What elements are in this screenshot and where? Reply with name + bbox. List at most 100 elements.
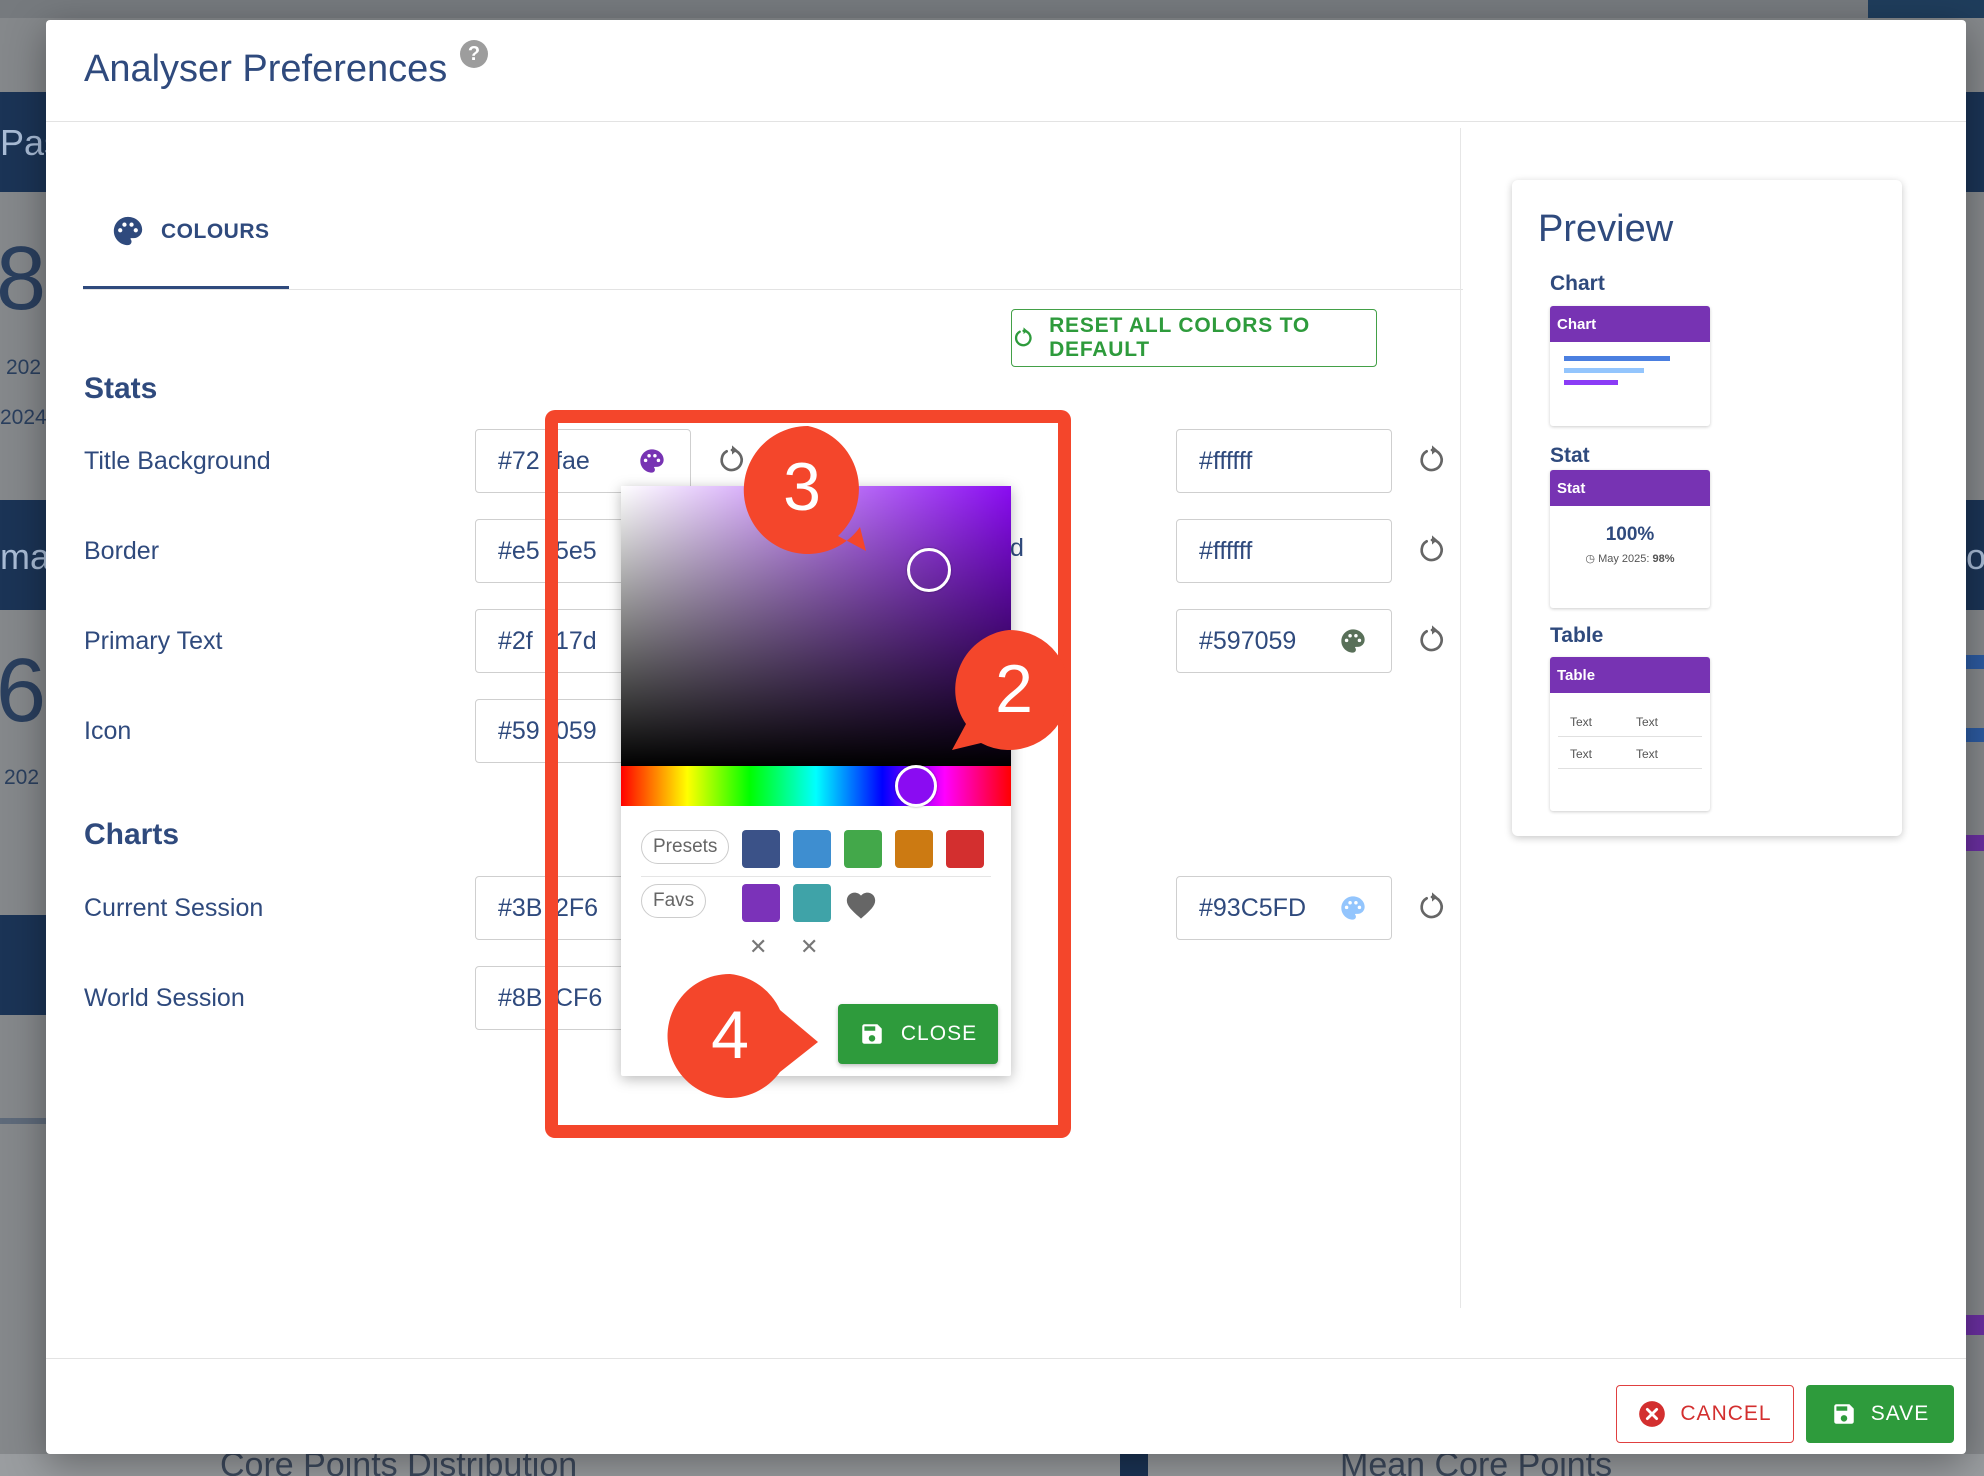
footer-divider <box>46 1358 1966 1359</box>
row-label-title-background: Title Background <box>84 447 271 475</box>
preview-table-header: Table <box>1550 657 1710 693</box>
color-value: #8B <box>498 984 543 1012</box>
favs-chip: Favs <box>641 884 707 918</box>
color-value: #2f <box>498 627 533 655</box>
preview-chart-bar <box>1564 356 1670 361</box>
palette-icon <box>111 214 145 253</box>
save-icon <box>1834 1404 1854 1424</box>
table-row: Text Text <box>1558 707 1702 737</box>
preview-table-label: Table <box>1550 624 1604 647</box>
bg-text: ma <box>0 536 51 577</box>
close-picker-button[interactable]: CLOSE <box>838 1004 998 1064</box>
reset-all-label: RESET ALL COLORS TO DEFAULT <box>1049 314 1311 361</box>
cancel-button[interactable]: CANCEL <box>1616 1385 1794 1443</box>
callout-2-number: 2 <box>995 651 1033 727</box>
color-value: #72 <box>498 447 540 475</box>
table-cell: Text <box>1636 715 1659 729</box>
bg-text: 8 <box>0 229 47 329</box>
bg-text: 2024 <box>0 406 47 429</box>
bg-text: 202 <box>6 356 42 379</box>
fav-swatch[interactable] <box>793 884 831 922</box>
remove-fav-icon[interactable]: ✕ <box>800 934 818 960</box>
palette-icon[interactable] <box>1339 894 1367 927</box>
preview-chart-label: Chart <box>1550 272 1605 295</box>
callout-3-number: 3 <box>783 449 821 525</box>
preview-title: Preview <box>1538 208 1674 250</box>
row-label-current-session: Current Session <box>84 894 264 922</box>
callout-3: 3 <box>738 420 878 560</box>
tab-colours[interactable]: COLOURS <box>83 190 289 290</box>
fav-swatch[interactable] <box>742 884 780 922</box>
save-icon <box>862 1024 882 1044</box>
callout-4-number: 4 <box>711 997 749 1073</box>
preview-stat-value: 100% <box>1605 524 1655 545</box>
cancel-label: CANCEL <box>1680 1402 1772 1425</box>
preview-stat-header: Stat <box>1550 470 1710 506</box>
section-charts: Charts <box>84 818 180 851</box>
presets-chip: Presets <box>641 830 730 864</box>
secondary-text-color-field[interactable]: #597059 <box>1176 609 1392 673</box>
preview-stat-caption-value: 98% <box>1652 553 1675 565</box>
preset-swatch[interactable] <box>946 830 984 868</box>
bg-text: o <box>1966 536 1984 577</box>
table-row: Text Text <box>1558 739 1702 769</box>
preview-chart-card: Chart <box>1550 306 1710 426</box>
row-label-primary-text: Primary Text <box>84 627 223 655</box>
refresh-icon <box>1015 327 1032 347</box>
palette-icon[interactable] <box>1339 627 1367 660</box>
tab-label: COLOURS <box>161 220 270 243</box>
reset-icon[interactable] <box>1416 891 1448 928</box>
table-cell: Text <box>1570 747 1593 761</box>
hue-slider[interactable] <box>621 765 1011 807</box>
heart-icon[interactable] <box>844 888 878 925</box>
table-cell: Text <box>1636 747 1659 761</box>
row-label-icon: Icon <box>84 717 132 745</box>
preset-swatch[interactable] <box>844 830 882 868</box>
dialog-header: Analyser Preferences ? <box>46 20 1966 122</box>
reset-icon[interactable] <box>1416 624 1448 661</box>
save-button[interactable]: SAVE <box>1806 1385 1954 1443</box>
preview-chart-bar <box>1564 368 1644 373</box>
preview-stat-card: Stat 100% ◷ May 2025: 98% <box>1550 470 1710 608</box>
reset-all-colors-button[interactable]: RESET ALL COLORS TO DEFAULT <box>1011 309 1377 367</box>
color-value: #93C5FD <box>1199 894 1306 922</box>
callout-2: 2 <box>944 626 1074 756</box>
hue-handle[interactable] <box>895 765 937 807</box>
tabs-divider <box>83 289 1463 290</box>
saturation-handle[interactable] <box>907 548 951 592</box>
preview-chart-header: Chart <box>1550 306 1710 342</box>
preview-table-card: Table Text Text Text Text <box>1550 657 1710 811</box>
preview-stat-caption: May 2025: <box>1598 553 1650 565</box>
reset-icon[interactable] <box>1416 444 1448 481</box>
bg-text: 6 <box>0 641 47 741</box>
color-value: #597059 <box>1199 627 1297 655</box>
border-secondary-color-field[interactable]: #ffffff <box>1176 519 1392 583</box>
color-value: #ffffff <box>1199 447 1253 475</box>
bg-text: 202 <box>4 766 40 789</box>
current-session-secondary-color-field[interactable]: #93C5FD <box>1176 876 1392 940</box>
preview-stat-label: Stat <box>1550 444 1590 467</box>
close-label: CLOSE <box>900 1022 978 1045</box>
save-label: SAVE <box>1870 1402 1930 1425</box>
color-value: #59 <box>498 717 540 745</box>
row-label-world-session: World Session <box>84 984 245 1012</box>
history-icon: ◷ <box>1585 553 1596 565</box>
dialog-title: Analyser Preferences <box>84 48 448 90</box>
remove-fav-icon[interactable]: ✕ <box>749 934 767 960</box>
preset-swatch[interactable] <box>793 830 831 868</box>
table-cell: Text <box>1570 715 1593 729</box>
title-text-color-field[interactable]: #ffffff <box>1176 429 1392 493</box>
reset-icon[interactable] <box>1416 534 1448 571</box>
preview-chart-bar <box>1564 380 1618 385</box>
help-icon[interactable]: ? <box>460 40 488 68</box>
cancel-icon <box>1639 1401 1666 1427</box>
color-value: #ffffff <box>1199 537 1253 565</box>
row-label-border: Border <box>84 537 160 565</box>
preset-swatch[interactable] <box>742 830 780 868</box>
panel-divider <box>1460 128 1461 1308</box>
callout-4: 4 <box>662 970 822 1104</box>
preset-swatch[interactable] <box>895 830 933 868</box>
picker-divider <box>641 876 991 877</box>
section-stats: Stats <box>84 372 158 405</box>
color-value: #3B <box>498 894 543 922</box>
